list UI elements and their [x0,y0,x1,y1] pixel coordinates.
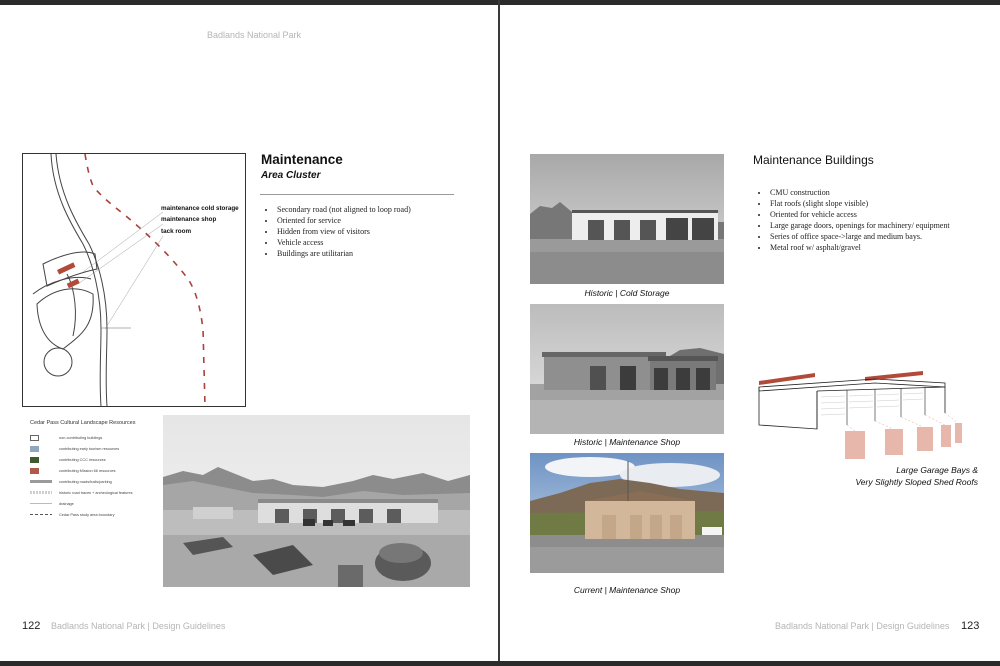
page-number-left: 122 [22,620,41,632]
area-bullet-list: Secondary road (not aligned to loop road… [262,204,476,259]
diagram-caption: Large Garage Bays & Very Slightly Sloped… [830,464,978,488]
legend-swatch [30,491,52,494]
title-rule [260,194,454,195]
garage-bay-diagram [755,365,977,465]
section-title: Maintenance [261,152,343,167]
legend-swatch [30,480,52,483]
legend-item: Cedar Pass study area boundary [30,509,160,520]
legend-swatch [30,514,52,515]
caption-historic-cold-storage: Historic | Cold Storage [584,288,670,298]
legend-title: Cedar Pass Cultural Landscape Resources [30,420,136,426]
list-item: Metal roof w/ asphalt/gravel [769,242,969,253]
map-legend: Cedar Pass Cultural Landscape Resources … [30,420,160,520]
list-item: Oriented for service [276,215,476,226]
caption-current-maintenance-shop: Current | Maintenance Shop [573,585,681,595]
section-subtitle: Area Cluster [261,170,321,181]
site-map: maintenance cold storage maintenance sho… [22,153,246,407]
legend-item: contributing roads/trails/parking [30,476,160,487]
legend-label: contributing Mission 66 resources [59,468,116,473]
photo-image [530,154,724,284]
list-item: Flat roofs (slight slope visible) [769,198,969,209]
legend-label: contributing early tourism resources [59,446,120,451]
legend-swatch [30,434,39,441]
building-bullet-list: CMU construction Flat roofs (slight slop… [755,187,969,253]
map-label-maintenance-shop: maintenance shop [161,216,217,223]
legend-label: drainage [59,501,74,506]
footer-left: Badlands National Park | Design Guidelin… [51,621,226,631]
list-item: Secondary road (not aligned to loop road… [276,204,476,215]
historic-photo-maintenance-area [163,415,470,587]
right-page: Historic | Cold Storage Historic | Maint… [500,5,1000,661]
section-title: Maintenance Buildings [753,153,874,167]
list-item: Hidden from view of visitors [276,226,476,237]
legend-item: contributing CCC resources [30,454,160,465]
legend-label: contributing roads/trails/parking [59,479,112,484]
map-label-tack-room: tack room [161,228,192,235]
list-item: Large garage doors, openings for machine… [769,220,969,231]
legend-swatch [30,445,39,452]
site-map-drawing [32,154,206,406]
map-label-cold-storage: maintenance cold storage [161,205,239,212]
left-page: Badlands National Park maintenance cold … [0,5,498,661]
legend-swatch [30,456,39,463]
legend-item: contributing early tourism resources [30,443,160,454]
list-item: Series of office space->large and medium… [769,231,969,242]
list-item: Oriented for vehicle access [769,209,969,220]
legend-item: contributing Mission 66 resources [30,465,160,476]
footer-right: Badlands National Park | Design Guidelin… [775,621,950,631]
legend-label: Cedar Pass study area boundary [59,512,115,517]
legend-item: drainage [30,498,160,509]
legend-item: historic road traces + archeological fea… [30,487,160,498]
photo-historic-cold-storage [530,154,724,284]
running-header: Badlands National Park [207,30,302,40]
list-item: Vehicle access [276,237,476,248]
diagram-drawing [758,371,962,459]
legend-swatch [30,503,52,504]
diagram-caption-line: Large Garage Bays & [896,465,978,475]
legend-label: non-contributing buildings [59,435,103,440]
photo-current-maintenance-shop [530,453,724,573]
list-item: Buildings are utilitarian [276,248,476,259]
legend-swatch [30,467,39,474]
caption-historic-maintenance-shop: Historic | Maintenance Shop [573,437,681,447]
photo-image [163,415,470,587]
photo-image [530,304,724,434]
photo-image [530,453,724,573]
photo-historic-maintenance-shop [530,304,724,434]
page-number-right: 123 [961,620,980,632]
legend-label: contributing CCC resources [59,457,106,462]
legend-label: historic road traces + archeological fea… [59,490,133,495]
bottom-border [0,661,1000,666]
legend-item: non-contributing buildings [30,432,160,443]
diagram-caption-line: Very Slightly Sloped Shed Roofs [855,477,978,487]
list-item: CMU construction [769,187,969,198]
